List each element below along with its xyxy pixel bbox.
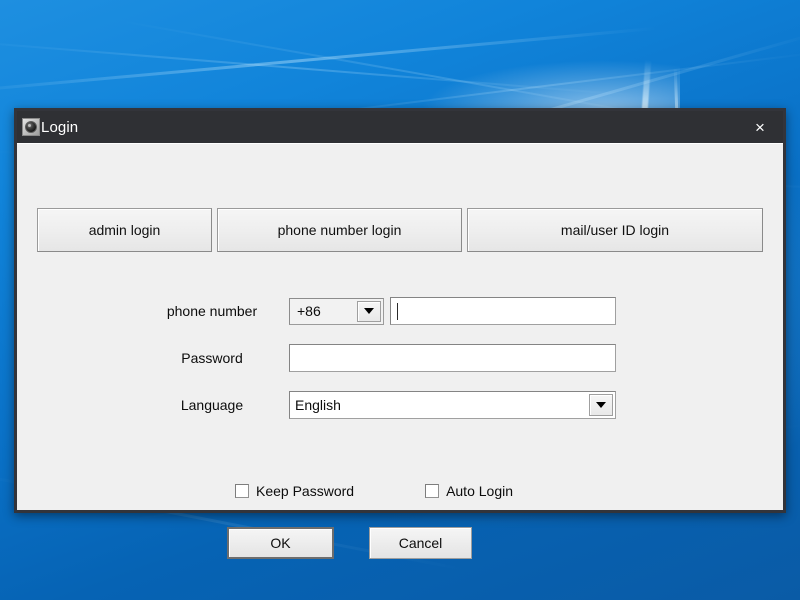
password-input[interactable] (289, 344, 616, 372)
chevron-down-glyph (596, 402, 606, 408)
language-row: Language English (152, 391, 616, 419)
window-title: Login (41, 119, 78, 136)
chevron-down-glyph (364, 308, 374, 314)
language-value: English (290, 397, 341, 413)
login-mode-tabs: admin login phone number login mail/user… (37, 208, 763, 252)
tab-phone-number-login[interactable]: phone number login (217, 208, 462, 252)
phone-number-input[interactable] (390, 297, 616, 325)
country-code-value: +86 (290, 303, 321, 319)
desktop-background: Login × admin login phone number login m… (0, 0, 800, 600)
text-caret (397, 303, 398, 320)
close-icon[interactable]: × (737, 111, 783, 143)
camera-lens-glyph (25, 121, 37, 133)
tab-mail-user-id-login[interactable]: mail/user ID login (467, 208, 763, 252)
dialog-button-row: OK Cancel (227, 527, 472, 559)
auto-login-checkbox[interactable]: Auto Login (425, 483, 513, 499)
password-label: Password (152, 350, 272, 366)
language-select[interactable]: English (289, 391, 616, 419)
keep-password-checkbox[interactable]: Keep Password (235, 483, 354, 499)
login-options-row: Keep Password Auto Login (235, 483, 513, 499)
language-label: Language (152, 397, 272, 413)
chevron-down-icon[interactable] (589, 394, 613, 416)
window-titlebar[interactable]: Login × (17, 111, 783, 143)
checkbox-box[interactable] (425, 484, 439, 498)
keep-password-label: Keep Password (256, 483, 354, 499)
phone-number-row: phone number +86 (152, 297, 616, 325)
auto-login-label: Auto Login (446, 483, 513, 499)
country-code-select[interactable]: +86 (289, 298, 384, 325)
checkbox-box[interactable] (235, 484, 249, 498)
cancel-button[interactable]: Cancel (369, 527, 472, 559)
tab-admin-login[interactable]: admin login (37, 208, 212, 252)
dialog-client-area: admin login phone number login mail/user… (17, 143, 783, 510)
login-dialog-window: Login × admin login phone number login m… (14, 108, 786, 513)
camera-lens-icon (22, 118, 40, 136)
password-row: Password (152, 344, 616, 372)
ok-button[interactable]: OK (227, 527, 334, 559)
chevron-down-icon[interactable] (357, 301, 381, 322)
phone-number-label: phone number (152, 303, 272, 319)
